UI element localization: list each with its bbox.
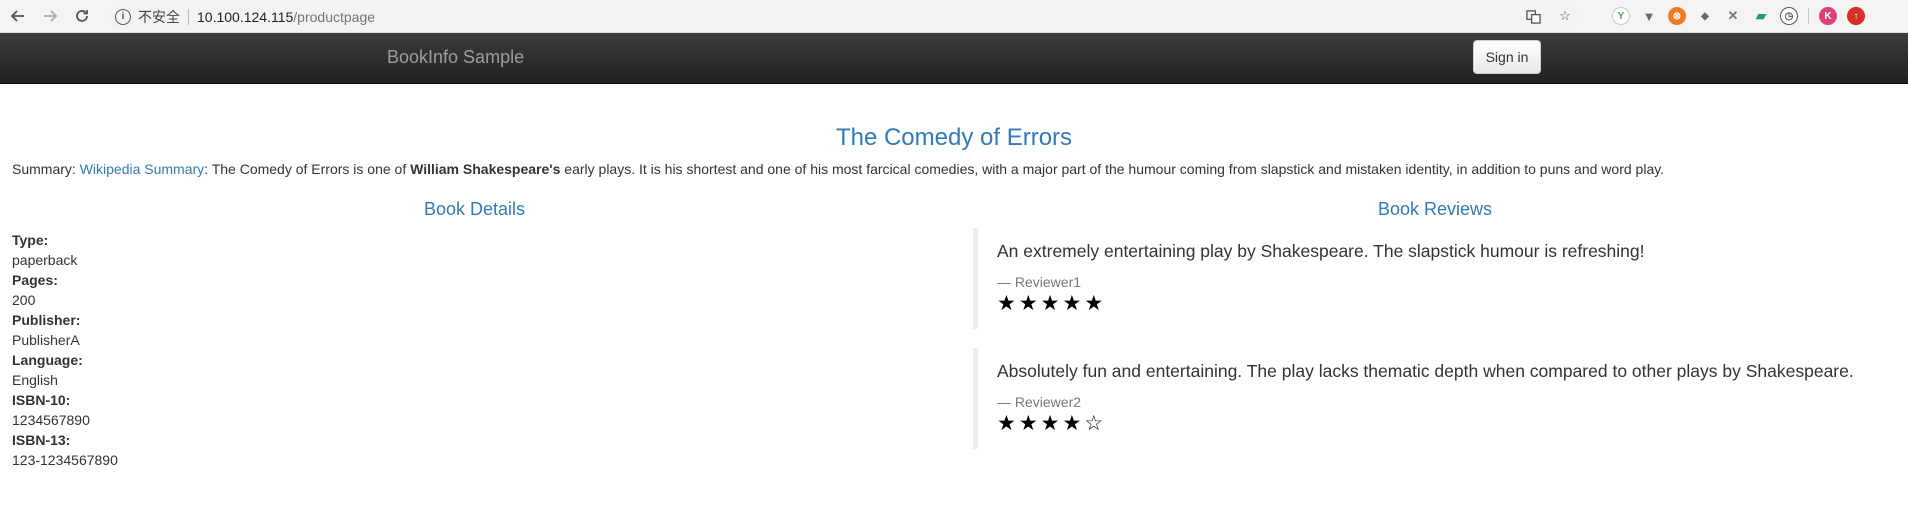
extensions-area: Y ▼ ⊗ ◆ ✕ ▰ ◷ K ↑ [1612, 4, 1865, 28]
detail-value-language: English [12, 372, 58, 388]
wikipedia-summary-link[interactable]: Wikipedia Summary [80, 161, 204, 177]
translate-icon[interactable] [1524, 7, 1542, 25]
address-bar[interactable]: i 不安全 10.100.124.115/productpage ☆ [107, 3, 1582, 30]
detail-label-publisher: Publisher: [12, 312, 81, 328]
summary-text: : The Comedy of Errors is one of [204, 161, 411, 177]
star-filled-icon: ★ [997, 292, 1016, 315]
star-filled-icon: ★ [1018, 412, 1038, 435]
brand-link[interactable]: BookInfo Sample [387, 47, 524, 68]
url-host: 10.100.124.115 [197, 8, 294, 25]
star-filled-icon: ★ [1040, 292, 1060, 315]
detail-value-publisher: PublisherA [12, 332, 80, 348]
detail-label-pages: Pages: [12, 272, 58, 288]
yandex-extension-icon[interactable]: Y [1612, 7, 1630, 25]
info-icon[interactable]: i [115, 8, 131, 25]
star-filled-icon: ★ [1084, 292, 1104, 315]
detail-label-isbn13: ISBN-13: [12, 432, 71, 448]
profile-avatar[interactable]: K [1819, 7, 1837, 25]
summary-text-rest: early plays. It is his shortest and one … [560, 161, 1665, 177]
star-rating: ★ ★ ★ ★ ☆ [997, 413, 1873, 435]
detail-label-language: Language: [12, 352, 83, 368]
reviewer-name: — Reviewer1 [997, 274, 1082, 290]
review-text: Absolutely fun and entertaining. The pla… [997, 361, 1854, 381]
review-card: Absolutely fun and entertaining. The pla… [973, 348, 1873, 449]
detail-value-isbn13: 123-1234567890 [12, 452, 118, 468]
review-text: An extremely entertaining play by Shakes… [997, 241, 1645, 261]
star-filled-icon: ★ [1062, 412, 1082, 435]
detail-label-type: Type: [12, 232, 49, 248]
summary-prefix: Summary: [12, 161, 80, 177]
reviewer-name: — Reviewer2 [997, 394, 1082, 410]
address-divider [188, 8, 189, 25]
book-title: The Comedy of Errors [835, 124, 1073, 151]
forward-icon[interactable] [38, 4, 62, 28]
review-card: An extremely entertaining play by Shakes… [973, 228, 1873, 329]
book-details-list: Type: paperback Pages: 200 Publisher: Pu… [12, 230, 118, 470]
reload-icon[interactable] [70, 4, 94, 28]
security-label: 不安全 [138, 8, 180, 25]
clock-extension-icon[interactable]: ◷ [1780, 7, 1798, 25]
puzzle-extension-icon[interactable]: ◆ [1696, 7, 1714, 25]
star-empty-icon: ☆ [1084, 412, 1104, 435]
sign-in-button[interactable]: Sign in [1473, 40, 1541, 74]
detail-value-isbn10: 1234567890 [12, 412, 90, 428]
site-navbar: BookInfo Sample Sign in [0, 33, 1908, 84]
orange-extension-icon[interactable]: ⊗ [1668, 7, 1686, 25]
bookmark-star-icon[interactable]: ☆ [1556, 7, 1574, 25]
browser-toolbar: i 不安全 10.100.124.115/productpage ☆ Y ▼ ⊗… [0, 0, 1908, 33]
star-filled-icon: ★ [1018, 292, 1038, 315]
star-filled-icon: ★ [1040, 412, 1060, 435]
star-rating: ★ ★ ★ ★ ★ [997, 293, 1873, 315]
vue-devtools-icon[interactable]: ▼ [1640, 7, 1658, 25]
detail-label-isbn10: ISBN-10: [12, 392, 71, 408]
close-tool-icon[interactable]: ✕ [1724, 7, 1742, 25]
summary-author: William Shakespeare's [410, 161, 561, 177]
back-icon[interactable] [6, 4, 30, 28]
book-summary: Summary: Wikipedia Summary: The Comedy o… [12, 161, 1664, 177]
detail-value-pages: 200 [12, 292, 36, 308]
flag-extension-icon[interactable]: ▰ [1752, 7, 1770, 25]
book-details-heading: Book Details [424, 199, 526, 219]
extension-divider [1808, 8, 1809, 24]
star-filled-icon: ★ [997, 412, 1016, 435]
detail-value-type: paperback [12, 252, 78, 268]
star-filled-icon: ★ [1062, 292, 1082, 315]
book-reviews-heading: Book Reviews [1378, 199, 1493, 219]
url-path: /productpage [293, 8, 376, 25]
update-alert-icon[interactable]: ↑ [1847, 7, 1865, 25]
